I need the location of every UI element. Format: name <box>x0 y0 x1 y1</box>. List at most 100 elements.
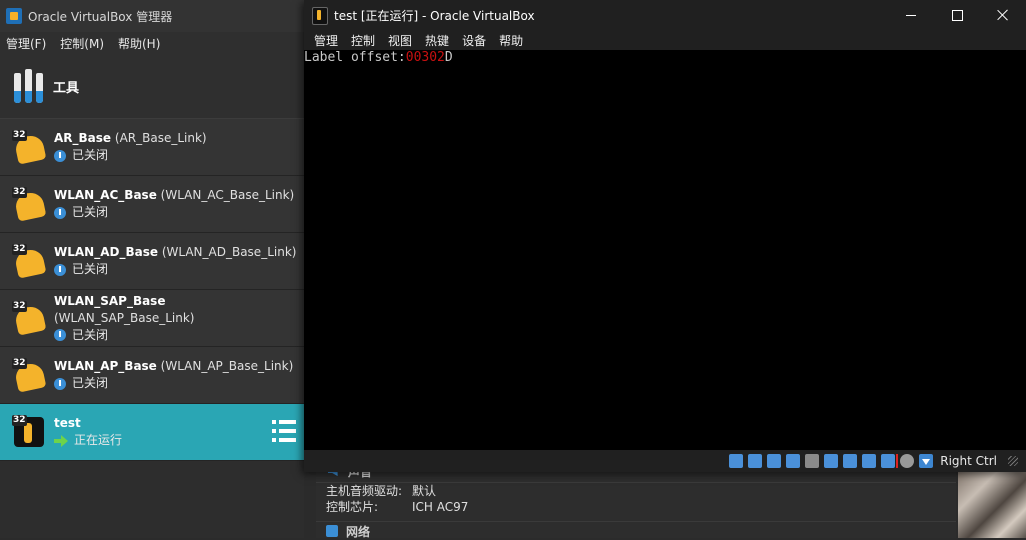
usb-icon[interactable] <box>805 454 820 468</box>
manager-title: Oracle VirtualBox 管理器 <box>28 9 173 24</box>
vm-os-icon: 32 <box>12 358 47 393</box>
vm-name: WLAN_AC_Base <box>54 188 157 202</box>
vm-link: (WLAN_AC_Base_Link) <box>160 188 295 202</box>
host-key-label: Right Ctrl <box>940 454 997 468</box>
running-arrow-icon <box>54 434 68 447</box>
vm-item-wlan-sap-base[interactable]: 32 WLAN_SAP_Base (WLAN_SAP_Base_Link) 已关… <box>0 290 304 347</box>
power-off-icon <box>54 377 66 390</box>
vm-arch-badge: 32 <box>12 358 27 369</box>
keyboard-capture-icon[interactable] <box>919 454 934 468</box>
manager-menubar: 管理(F) 控制(M) 帮助(H) <box>0 32 304 54</box>
vm-os-icon: 32 <box>12 130 47 165</box>
console-prefix: Label offset: <box>304 50 406 65</box>
vm-os-icon: 32 <box>12 244 47 279</box>
vm-arch-badge: 32 <box>12 130 27 141</box>
power-off-icon <box>54 263 66 276</box>
vm-status: 正在运行 <box>74 433 123 447</box>
details-section-network[interactable]: 网络 <box>316 521 956 540</box>
vm-name: AR_Base <box>54 131 112 145</box>
vm-status: 已关闭 <box>72 327 109 342</box>
vm-name: WLAN_AD_Base <box>54 245 158 259</box>
maximize-icon <box>951 9 963 21</box>
vm-menu-control[interactable]: 控制 <box>351 32 375 49</box>
detail-value: 默认 <box>412 484 437 498</box>
optical-drive-icon[interactable] <box>748 454 763 468</box>
console-suffix: D <box>444 50 453 65</box>
minimize-button[interactable] <box>888 0 934 30</box>
vm-arch-badge: 32 <box>12 244 27 255</box>
vm-status: 已关闭 <box>72 148 109 162</box>
vm-name: test <box>54 416 81 430</box>
shared-folders-icon[interactable] <box>824 454 839 468</box>
close-icon <box>997 9 1009 21</box>
menu-help[interactable]: 帮助(H) <box>118 35 160 52</box>
menu-control[interactable]: 控制(M) <box>60 35 104 52</box>
vm-name: WLAN_AP_Base <box>54 359 157 373</box>
mouse-integration-icon[interactable] <box>900 454 915 468</box>
vm-arch-badge: 32 <box>12 187 27 198</box>
maximize-button[interactable] <box>934 0 980 30</box>
window-controls <box>888 0 1026 30</box>
power-off-icon <box>54 206 66 219</box>
recording-icon[interactable] <box>862 454 877 468</box>
vm-menu-devices[interactable]: 设备 <box>462 32 486 49</box>
vm-menu-view[interactable]: 视图 <box>388 32 412 49</box>
vm-menu-manage[interactable]: 管理 <box>314 32 338 49</box>
detail-row: 主机音频驱动: 默认 <box>316 483 956 499</box>
vm-menu-hotkey[interactable]: 热键 <box>425 32 449 49</box>
vm-arch-badge: 32 <box>12 415 27 426</box>
vm-status: 已关闭 <box>72 262 109 276</box>
display-icon[interactable] <box>843 454 858 468</box>
vm-link: (WLAN_AD_Base_Link) <box>161 245 297 259</box>
vm-link: (AR_Base_Link) <box>114 131 207 145</box>
detail-value: ICH AC97 <box>412 500 469 514</box>
virtualbox-logo-icon <box>6 8 22 24</box>
detail-row: 控制芯片: ICH AC97 <box>316 499 956 515</box>
vm-item-wlan-ad-base[interactable]: 32 WLAN_AD_Base (WLAN_AD_Base_Link) 已关闭 <box>0 233 304 290</box>
audio-icon[interactable] <box>767 454 782 468</box>
vm-menubar: 管理 控制 视图 热键 设备 帮助 <box>304 30 1026 50</box>
vm-arch-badge: 32 <box>12 301 27 312</box>
detail-key: 主机音频驱动: <box>326 484 403 498</box>
tools-label: 工具 <box>53 80 80 96</box>
minimize-icon <box>906 14 916 16</box>
vm-display[interactable]: Label offset:00302D <box>304 50 1026 450</box>
vm-item-test[interactable]: 32 test 正在运行 <box>0 404 304 461</box>
vm-window-title: test [正在运行] - Oracle VirtualBox <box>334 8 535 23</box>
network-icon <box>326 525 338 537</box>
vm-status: 已关闭 <box>72 376 109 390</box>
vm-link: (WLAN_SAP_Base_Link) <box>54 310 195 325</box>
console-line: Label offset:00302D <box>304 50 1026 66</box>
vm-item-wlan-ap-base[interactable]: 32 WLAN_AP_Base (WLAN_AP_Base_Link) 已关闭 <box>0 347 304 404</box>
vm-os-icon: 32 <box>12 415 46 449</box>
item-menu-icon[interactable] <box>272 420 296 442</box>
section-title: 网络 <box>346 524 371 539</box>
vm-window: test [正在运行] - Oracle VirtualBox 管理 控制 视图… <box>304 0 1026 472</box>
menu-manage[interactable]: 管理(F) <box>6 35 46 52</box>
vm-menu-help[interactable]: 帮助 <box>499 32 523 49</box>
vm-item-ar-base[interactable]: 32 AR_Base (AR_Base_Link) 已关闭 <box>0 119 304 176</box>
vm-window-icon <box>312 7 328 25</box>
vm-list: 32 AR_Base (AR_Base_Link) 已关闭 32 WLAN_AC… <box>0 119 304 461</box>
vm-statusbar: Right Ctrl <box>304 450 1026 472</box>
vm-os-icon: 32 <box>12 301 47 336</box>
tools-item[interactable]: 工具 <box>0 54 304 119</box>
vm-item-wlan-ac-base[interactable]: 32 WLAN_AC_Base (WLAN_AC_Base_Link) 已关闭 <box>0 176 304 233</box>
vm-status: 已关闭 <box>72 205 109 219</box>
power-off-icon <box>54 329 66 341</box>
network-status-icon[interactable] <box>786 454 801 468</box>
vm-titlebar[interactable]: test [正在运行] - Oracle VirtualBox <box>304 0 1026 30</box>
detail-key: 控制芯片: <box>326 500 379 514</box>
resize-grip-icon[interactable] <box>1008 456 1018 466</box>
manager-window: Oracle VirtualBox 管理器 管理(F) 控制(M) 帮助(H) … <box>0 0 304 538</box>
close-button[interactable] <box>980 0 1026 30</box>
tools-icon <box>14 69 44 103</box>
console-value: 00302 <box>405 50 445 65</box>
vm-name: WLAN_SAP_Base <box>54 293 166 308</box>
hard-disk-icon[interactable] <box>729 454 744 468</box>
vm-os-icon: 32 <box>12 187 47 222</box>
manager-titlebar[interactable]: Oracle VirtualBox 管理器 <box>0 0 304 32</box>
power-off-icon <box>54 149 66 162</box>
vt-x-icon[interactable] <box>881 454 899 468</box>
vm-link: (WLAN_AP_Base_Link) <box>160 359 294 373</box>
